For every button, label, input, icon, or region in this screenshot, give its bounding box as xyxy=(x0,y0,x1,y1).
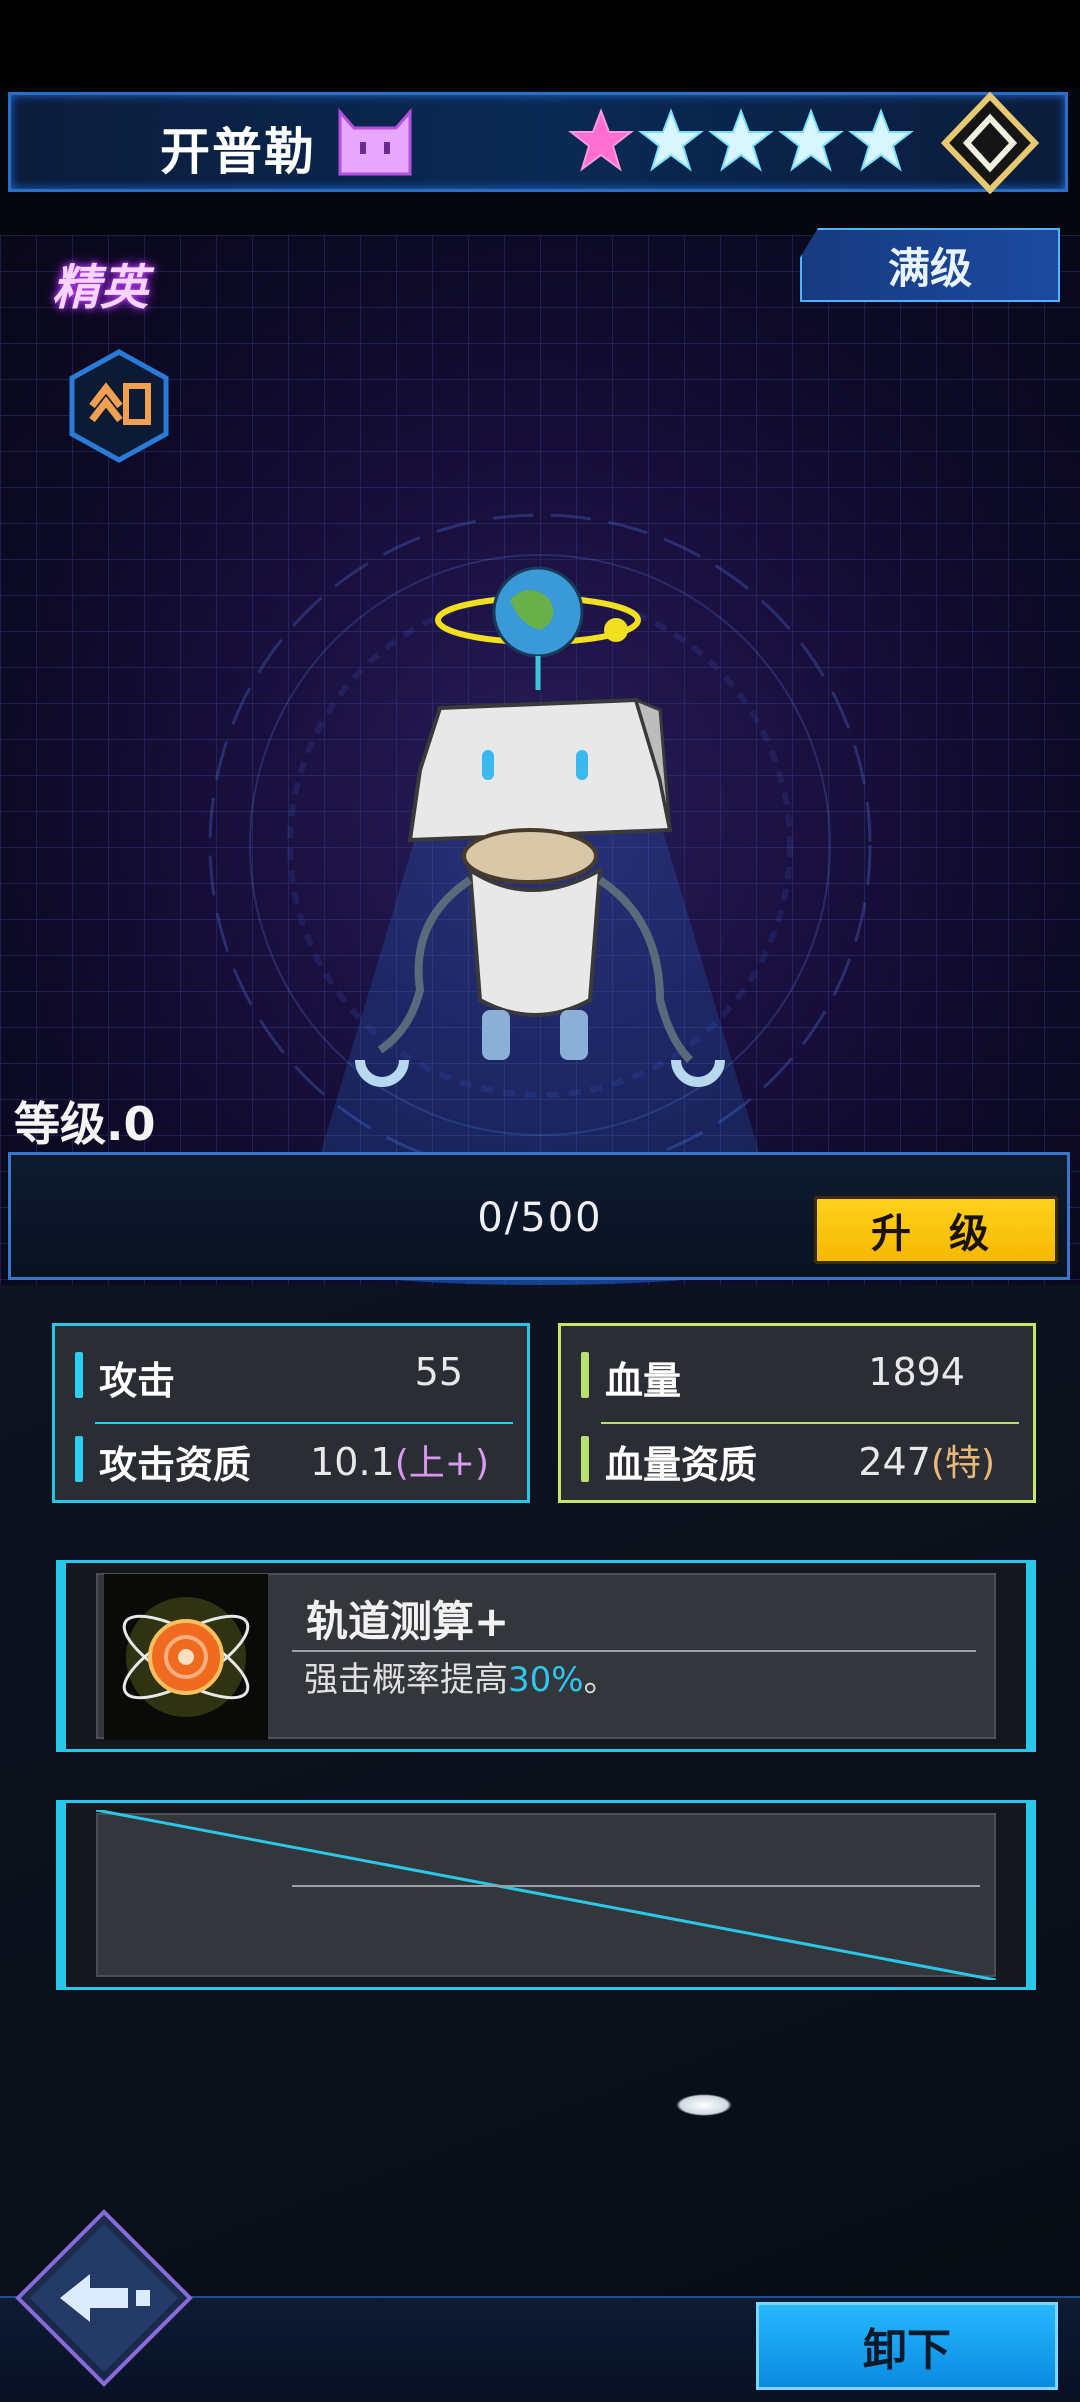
star-icon-filled xyxy=(568,108,634,172)
upgrade-button[interactable]: 升 级 xyxy=(814,1196,1058,1264)
star-icon-empty xyxy=(638,108,704,172)
attack-aptitude-label: 攻击资质 xyxy=(99,1443,252,1487)
attack-stats-box: 攻击 55 攻击资质 10.1(上+) xyxy=(52,1323,530,1503)
stat-indicator xyxy=(581,1436,589,1482)
skill-description: 强击概率提高30%。 xyxy=(304,1652,618,1701)
attack-aptitude-grade: (上+) xyxy=(394,1443,489,1484)
class-chevron-icon[interactable] xyxy=(66,348,172,464)
attack-aptitude-value: 10.1(上+) xyxy=(310,1434,489,1486)
frame-edge xyxy=(1026,1563,1036,1749)
hp-value: 1894 xyxy=(868,1350,965,1394)
hp-aptitude-label: 血量资质 xyxy=(605,1443,758,1487)
hp-row: 血量 1894 xyxy=(575,1338,1019,1424)
attack-value: 55 xyxy=(414,1350,463,1394)
hp-label: 血量 xyxy=(605,1359,682,1403)
attack-row: 攻击 55 xyxy=(69,1338,513,1424)
hp-aptitude-grade: (特) xyxy=(930,1443,995,1484)
frame-edge xyxy=(56,1803,66,1987)
empty-slot-marker xyxy=(96,1810,996,1980)
skill-desc-highlight: 30% xyxy=(508,1660,584,1700)
star-icon-empty xyxy=(708,108,774,172)
level-label: 等级.0 xyxy=(14,1097,156,1151)
stat-indicator xyxy=(581,1352,589,1398)
hp-aptitude-number: 247 xyxy=(858,1440,931,1484)
orbit-skill-icon xyxy=(104,1574,268,1740)
max-level-button[interactable]: 满级 xyxy=(800,228,1060,302)
hp-stats-box: 血量 1894 血量资质 247(特) xyxy=(558,1323,1036,1503)
skill-desc-text: 强击概率提高 xyxy=(304,1660,508,1700)
glow-dot xyxy=(676,2094,732,2116)
star-rating xyxy=(568,108,914,188)
rank-diamond-icon xyxy=(940,91,1040,195)
frame-edge xyxy=(1026,1803,1036,1987)
status-bar xyxy=(0,0,1080,88)
cat-icon xyxy=(338,108,412,176)
attack-aptitude-row: 攻击资质 10.1(上+) xyxy=(69,1422,513,1494)
star-icon-empty xyxy=(778,108,844,172)
attack-label: 攻击 xyxy=(99,1359,176,1403)
skill-desc-end: 。 xyxy=(583,1660,618,1700)
hp-aptitude-row: 血量资质 247(特) xyxy=(575,1422,1019,1494)
stat-indicator xyxy=(75,1436,83,1482)
back-arrow-icon[interactable] xyxy=(14,2208,194,2388)
unequip-button[interactable]: 卸下 xyxy=(756,2302,1058,2390)
star-icon-empty xyxy=(848,108,914,172)
rarity-label: 精英 xyxy=(52,260,149,316)
hero-name: 开普勒 xyxy=(160,123,316,181)
skill-name: 轨道测算+ xyxy=(306,1597,510,1646)
frame-edge xyxy=(56,1563,66,1749)
attack-aptitude-number: 10.1 xyxy=(310,1440,395,1484)
stat-indicator xyxy=(75,1352,83,1398)
hero-robot-character xyxy=(355,566,725,1087)
hp-aptitude-value: 247(特) xyxy=(858,1434,995,1486)
